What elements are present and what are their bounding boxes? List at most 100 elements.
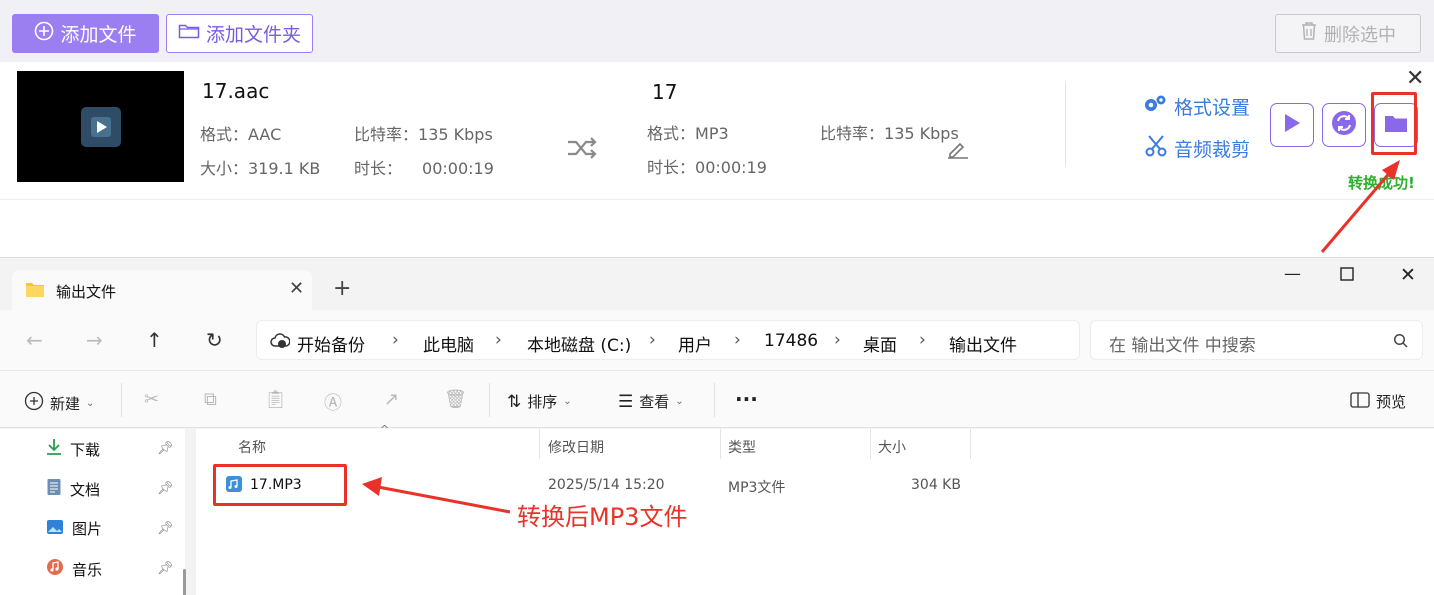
highlight-folder-button (1371, 92, 1417, 155)
column-divider[interactable] (870, 429, 871, 459)
audio-trim-button[interactable]: 音频裁剪 (1144, 134, 1250, 163)
converter-toolbar: 添加文件 添加文件夹 删除选中 (0, 0, 1434, 62)
sidebar-scrollbar[interactable] (183, 569, 186, 595)
toolbar-divider (121, 383, 122, 417)
annotation-label: 转换后MP3文件 (517, 503, 688, 531)
conversion-item: 17.aac 格式：AAC 比特率：135 Kbps 大小：319.1 KB 时… (0, 62, 1434, 200)
sort-icon: ⇅ (507, 391, 522, 412)
folder-icon (25, 281, 45, 302)
column-header-size[interactable]: 大小 (878, 437, 906, 457)
source-bitrate: 比特率：135 Kbps (354, 125, 493, 144)
column-header-type[interactable]: 类型 (728, 437, 756, 457)
sidebar-item-pictures[interactable]: 图片 (46, 518, 102, 539)
format-settings-button[interactable]: 格式设置 (1142, 92, 1250, 121)
output-bitrate: 比特率：135 Kbps (820, 124, 959, 143)
highlight-mp3-file (213, 464, 347, 506)
chevron-right-icon[interactable]: › (392, 330, 399, 350)
audio-trim-label: 音频裁剪 (1174, 139, 1251, 161)
convert-arrow-icon (566, 136, 598, 164)
search-icon[interactable] (1393, 333, 1409, 353)
source-format: 格式：AAC (200, 125, 282, 144)
breadcrumb-item[interactable]: 桌面 (863, 331, 897, 356)
breadcrumb-item[interactable]: 输出文件 (949, 331, 1017, 356)
column-header-name[interactable]: 名称 (238, 437, 266, 457)
pin-icon[interactable]: 📌︎ (157, 481, 174, 496)
source-duration: 时长： 00:00:19 (354, 159, 494, 178)
preview-pane-icon (1350, 391, 1370, 412)
output-duration: 时长：00:00:19 (647, 158, 767, 177)
sidebar-item-downloads[interactable]: 下载 (46, 438, 100, 460)
share-icon[interactable]: ↗ (384, 389, 399, 410)
copy-icon[interactable]: ⧉ (204, 389, 217, 410)
close-item-icon[interactable]: ✕ (1406, 68, 1424, 90)
sidebar-item-label: 音乐 (72, 560, 103, 579)
source-file-name: 17.aac (202, 79, 270, 103)
new-tab-icon[interactable]: + (333, 276, 351, 301)
up-arrow-icon[interactable]: ↑ (146, 328, 163, 352)
view-label: 查看 (639, 393, 670, 411)
sidebar-item-documents[interactable]: 文档 (46, 478, 100, 500)
pin-icon[interactable]: 📌︎ (157, 521, 174, 536)
column-divider[interactable] (720, 429, 721, 459)
file-modified: 2025/5/14 15:20 (548, 477, 665, 493)
chevron-right-icon[interactable]: › (834, 330, 841, 350)
view-button[interactable]: ☰ 查看 ⌄ (618, 391, 684, 412)
column-divider[interactable] (539, 429, 540, 459)
pin-icon[interactable]: 📌︎ (157, 561, 174, 576)
delete-icon[interactable]: 🗑︎ (444, 389, 467, 410)
paste-icon[interactable]: 📋︎ (264, 389, 287, 410)
refresh-icon (1330, 109, 1358, 141)
pin-icon[interactable]: 📌︎ (157, 441, 174, 456)
chevron-down-icon: ⌄ (86, 397, 95, 409)
search-box[interactable]: 在 输出文件 中搜索 (1090, 320, 1423, 360)
maximize-icon[interactable] (1340, 266, 1354, 286)
file-type: MP3文件 (728, 480, 786, 496)
address-bar[interactable]: 开始备份 › 此电脑 › 本地磁盘 (C:) › 用户 › 17486 › 桌面… (256, 320, 1080, 360)
more-options-button[interactable]: ··· (735, 387, 758, 411)
delete-selected-button[interactable]: 删除选中 (1275, 14, 1421, 53)
scissors-icon (1144, 134, 1168, 163)
column-divider[interactable] (970, 429, 971, 459)
tab-output-folder[interactable]: 输出文件 ✕ (12, 270, 312, 310)
chevron-right-icon[interactable]: › (734, 330, 741, 350)
search-input[interactable]: 在 输出文件 中搜索 (1109, 331, 1256, 356)
add-folder-button[interactable]: 添加文件夹 (166, 14, 313, 53)
forward-arrow-icon[interactable]: → (86, 328, 103, 352)
sidebar-item-label: 文档 (70, 480, 101, 499)
breadcrumb-item[interactable]: 用户 (678, 331, 712, 356)
breadcrumb-item[interactable]: 本地磁盘 (C:) (527, 331, 631, 356)
sidebar-item-music[interactable]: 音乐 (46, 558, 102, 580)
reconvert-button[interactable] (1322, 103, 1366, 147)
breadcrumb-item[interactable]: 17486 (764, 331, 818, 351)
trash-icon (1300, 21, 1318, 46)
minimize-icon[interactable]: — (1284, 264, 1301, 284)
breadcrumb-item[interactable]: 此电脑 (423, 331, 474, 356)
backup-cloud-icon (270, 332, 291, 354)
sort-ascending-icon: ^ (380, 423, 390, 436)
tab-close-icon[interactable]: ✕ (289, 278, 304, 299)
breadcrumb-item[interactable]: 开始备份 (297, 331, 365, 356)
add-file-button[interactable]: 添加文件 (12, 14, 159, 53)
new-button[interactable]: 新建 ⌄ (24, 391, 94, 415)
chevron-down-icon: ⌄ (563, 396, 572, 407)
preview-pane-button[interactable]: 预览 (1350, 391, 1406, 412)
play-button[interactable] (1270, 103, 1314, 147)
toolbar-divider (489, 383, 490, 417)
source-size: 大小：319.1 KB (200, 159, 321, 178)
conversion-status: 转换成功! (1348, 174, 1415, 192)
download-icon (46, 438, 62, 460)
chevron-down-icon: ⌄ (675, 396, 684, 407)
back-arrow-icon[interactable]: ← (26, 328, 43, 352)
toolbar-divider (714, 383, 715, 417)
rename-icon[interactable]: Ⓐ (324, 389, 342, 415)
sort-button[interactable]: ⇅ 排序 ⌄ (507, 391, 572, 412)
chevron-right-icon[interactable]: › (919, 330, 926, 350)
column-header-modified[interactable]: 修改日期 (548, 437, 604, 457)
cut-icon[interactable]: ✂ (144, 389, 159, 410)
refresh-icon[interactable]: ↻ (206, 328, 223, 352)
sidebar-item-label: 下载 (70, 440, 101, 459)
chevron-right-icon[interactable]: › (495, 330, 502, 350)
chevron-right-icon[interactable]: › (649, 330, 656, 350)
media-thumbnail[interactable] (17, 71, 184, 182)
close-window-icon[interactable]: ✕ (1400, 264, 1416, 286)
